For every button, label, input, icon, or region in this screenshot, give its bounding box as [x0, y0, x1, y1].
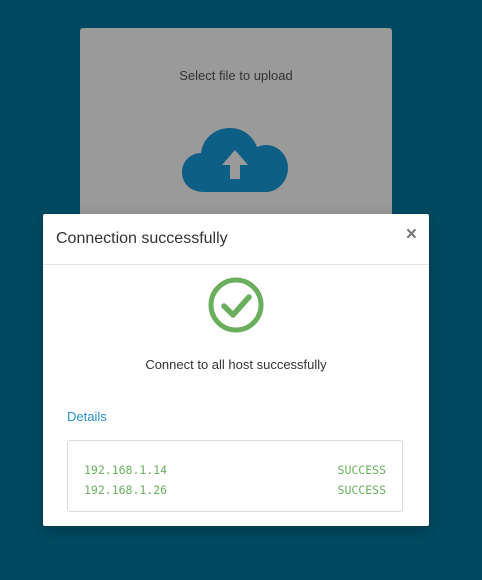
host-results-list: 192.168.1.14 SUCCESS 192.168.1.26 SUCCES…	[67, 440, 403, 512]
details-link[interactable]: Details	[67, 409, 107, 424]
check-circle-icon	[208, 277, 264, 333]
dialog-title: Connection successfully	[56, 230, 228, 247]
dialog-header: Connection successfully ×	[43, 214, 429, 265]
host-status: SUCCESS	[337, 463, 386, 477]
host-row: 192.168.1.14 SUCCESS	[84, 460, 386, 480]
cloud-upload-icon[interactable]	[182, 126, 288, 192]
host-ip: 192.168.1.14	[84, 463, 168, 477]
host-ip: 192.168.1.26	[84, 483, 168, 497]
connection-dialog: Connection successfully × Connect to all…	[43, 214, 429, 526]
upload-title: Select file to upload	[179, 68, 293, 83]
host-status: SUCCESS	[337, 483, 386, 497]
upload-panel[interactable]: Select file to upload	[80, 28, 392, 228]
host-row: 192.168.1.26 SUCCESS	[84, 480, 386, 500]
result-message: Connect to all host successfully	[145, 357, 327, 372]
close-button[interactable]: ×	[406, 225, 417, 244]
